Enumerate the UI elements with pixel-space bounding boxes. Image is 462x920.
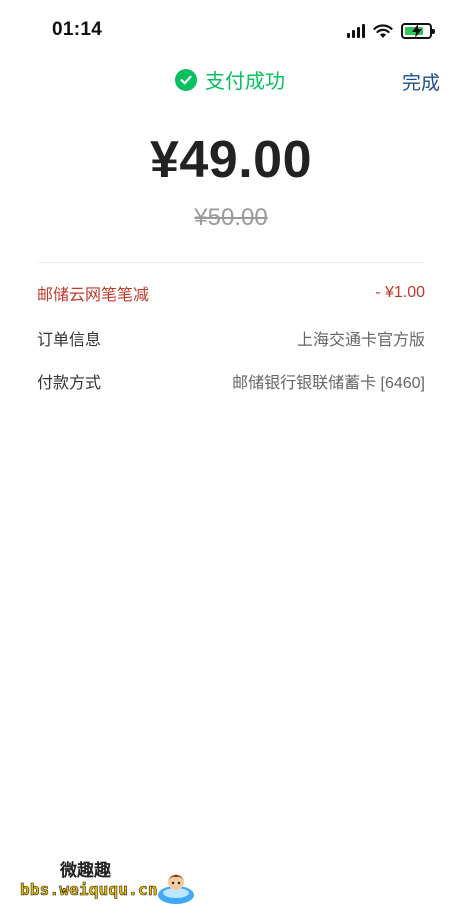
check-circle-icon — [175, 68, 197, 91]
order-info-label: 订单信息 — [37, 332, 102, 349]
status-bar: 01:14 — [0, 0, 462, 60]
status-time: 01:14 — [52, 19, 103, 40]
nav-header: 支付成功 完成 — [0, 60, 462, 100]
payment-method-value: 邮储银行银联储蓄卡 [6460] — [232, 375, 425, 392]
payment-method-label: 付款方式 — [37, 375, 102, 392]
payment-method-row: 付款方式 邮储银行银联储蓄卡 [6460] — [37, 369, 425, 393]
order-info-row: 订单信息 上海交通卡官方版 — [37, 326, 425, 350]
page-title: 支付成功 — [205, 71, 285, 93]
status-icons — [347, 20, 435, 42]
done-button[interactable]: 完成 — [402, 68, 440, 95]
mascot-icon — [158, 874, 194, 904]
battery-charging-icon — [401, 23, 435, 39]
discount-label: 邮储云网笔笔减 — [37, 287, 150, 304]
discount-value: - ¥1.00 — [375, 284, 425, 301]
wifi-icon — [373, 23, 393, 38]
original-amount: ¥50.00 — [194, 204, 268, 231]
signal-icon — [347, 24, 365, 38]
discount-row: 邮储云网笔笔减 - ¥1.00 — [37, 281, 425, 305]
watermark: 微趣趣 bbs.weiququ.cn — [20, 852, 200, 910]
paid-amount: ¥49.00 — [149, 131, 313, 189]
order-info-value: 上海交通卡官方版 — [296, 332, 425, 349]
watermark-title: 微趣趣 — [60, 861, 111, 880]
watermark-url: bbs.weiququ.cn — [20, 880, 158, 900]
payment-status: 支付成功 — [175, 65, 285, 94]
divider — [37, 262, 425, 263]
